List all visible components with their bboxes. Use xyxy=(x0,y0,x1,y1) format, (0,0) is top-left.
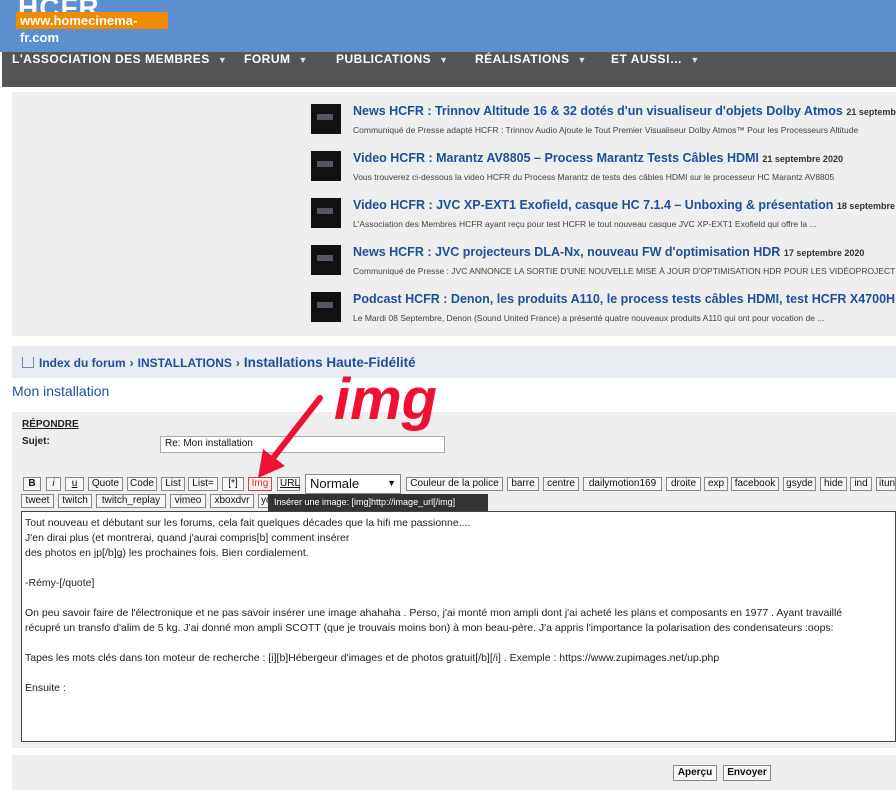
page: HCFR www.homecinema-fr.com L'ASSOCIATION… xyxy=(0,0,896,800)
annotation-arrow xyxy=(258,395,323,478)
